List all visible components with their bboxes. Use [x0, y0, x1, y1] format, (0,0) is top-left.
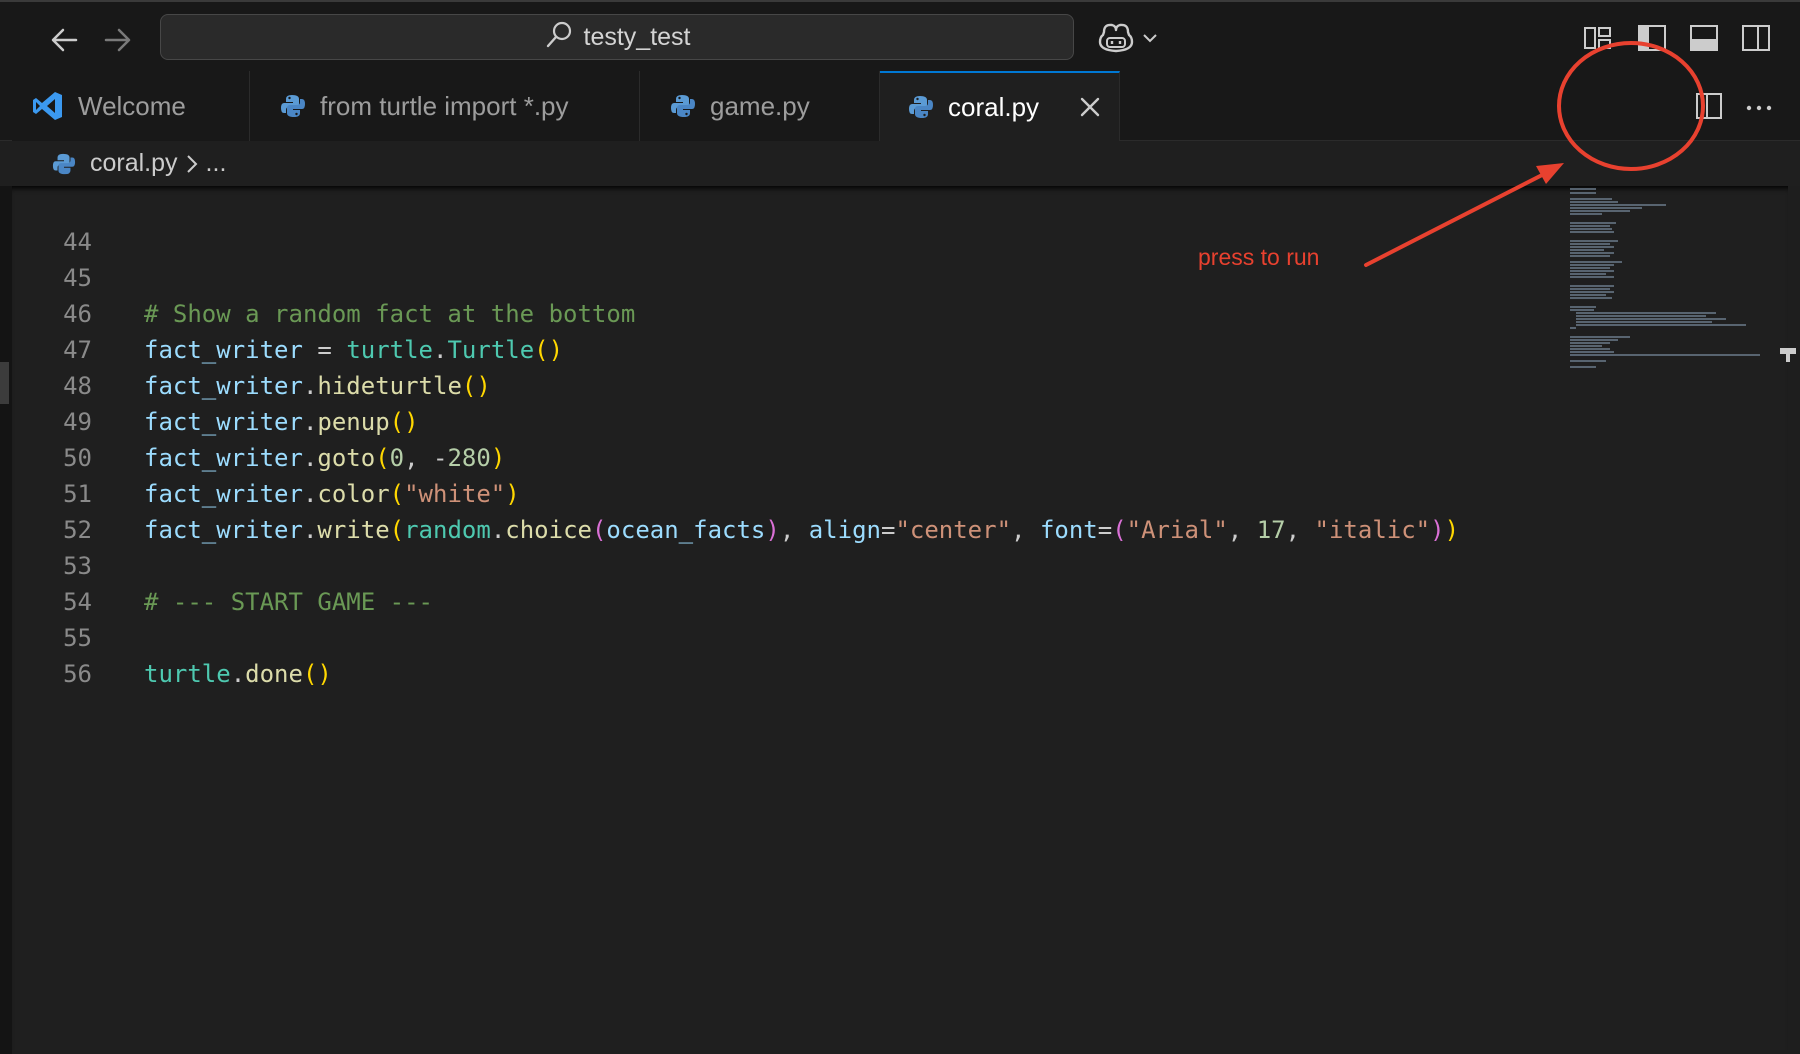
identifier: fact_writer: [144, 444, 303, 472]
breadcrumb-file[interactable]: coral.py: [90, 149, 178, 178]
search-icon: [544, 20, 574, 55]
code-line: 47 fact_writer.hideturtle(): [12, 296, 491, 400]
identifier: fact_writer: [144, 372, 303, 400]
toggle-secondary-sidebar-icon[interactable]: [1740, 22, 1772, 54]
code-line: 48 fact_writer.penup(): [12, 332, 418, 436]
code-text: fact_writer = turtle.Turtle(): [144, 336, 564, 364]
copilot-icon: [1096, 18, 1136, 63]
code-line: 50 fact_writer.color("white"): [12, 404, 520, 508]
string-literal: "white": [404, 480, 506, 508]
keyword-arg: align: [808, 516, 881, 544]
string-literal: "Arial": [1126, 516, 1228, 544]
sash-indicator: [0, 362, 9, 404]
scrollbar-indicator-stem: [1786, 352, 1790, 362]
method-name: done: [245, 660, 303, 688]
method-name: goto: [317, 444, 376, 472]
code-line: 44: [12, 188, 92, 256]
code-editor[interactable]: 44 45 # Show a random fact at the bottom…: [12, 186, 1788, 1050]
python-icon: [280, 93, 306, 119]
line-number: 56: [63, 660, 92, 688]
code-line: 46 fact_writer = turtle.Turtle(): [12, 260, 563, 364]
method-name: color: [317, 480, 390, 508]
tab-from-turtle-import[interactable]: from turtle import *.py: [250, 71, 640, 141]
code-text: fact_writer.hideturtle(): [144, 372, 491, 400]
python-icon: [52, 152, 76, 176]
identifier: fact_writer: [144, 480, 303, 508]
code-line: 51 fact_writer.write(random.choice(ocean…: [12, 440, 1459, 544]
tab-label: coral.py: [948, 91, 1040, 122]
copilot-menu[interactable]: [1096, 18, 1166, 58]
class-name: Turtle: [447, 336, 535, 364]
method-name: write: [317, 516, 390, 544]
code-line: 53 # --- START GAME ---: [12, 512, 433, 616]
code-line: 52: [12, 476, 92, 544]
vscode-logo-icon: [32, 92, 62, 120]
more-actions-icon[interactable]: [1744, 93, 1774, 128]
chevron-right-icon: [184, 153, 200, 175]
breadcrumb: coral.py ...: [0, 141, 1800, 186]
code-text: fact_writer.penup(): [144, 408, 419, 436]
code-line: 49 fact_writer.goto(0, -280): [12, 368, 505, 472]
identifier: fact_writer: [144, 408, 303, 436]
toggle-panel-icon[interactable]: [1688, 22, 1720, 54]
code-text: fact_writer.goto(0, -280): [144, 444, 506, 472]
tab-label: Welcome: [78, 90, 186, 121]
identifier: fact_writer: [144, 336, 303, 364]
window-edge: [0, 186, 12, 1054]
module-name: turtle: [346, 336, 434, 364]
back-arrow-icon[interactable]: [46, 22, 82, 58]
python-icon: [908, 94, 934, 120]
code-line: 55 turtle.done(): [12, 584, 332, 688]
minimap[interactable]: [1570, 186, 1770, 406]
tab-welcome[interactable]: Welcome: [12, 71, 250, 141]
code-text: turtle.done(): [144, 660, 332, 688]
method-name: choice: [505, 516, 592, 544]
number-literal: 0: [389, 444, 405, 472]
close-icon[interactable]: [1078, 95, 1102, 124]
identifier: ocean_facts: [606, 516, 766, 544]
method-name: hideturtle: [317, 372, 462, 400]
code-text: # --- START GAME ---: [144, 584, 433, 620]
string-literal: "center": [895, 516, 1012, 544]
python-icon: [670, 93, 696, 119]
code-text: fact_writer.write(random.choice(ocean_fa…: [144, 516, 1460, 544]
tab-coral-py[interactable]: coral.py: [880, 71, 1120, 141]
toggle-primary-sidebar-icon[interactable]: [1636, 22, 1668, 54]
tab-label: game.py: [710, 90, 810, 121]
command-center-search[interactable]: testy_test: [160, 14, 1074, 60]
module-name: turtle: [144, 660, 231, 688]
number-literal: 280: [447, 444, 491, 472]
keyword-arg: font: [1039, 516, 1098, 544]
annotation-label: press to run: [1198, 244, 1320, 270]
tab-game-py[interactable]: game.py: [640, 71, 880, 141]
breadcrumb-symbols[interactable]: ...: [206, 149, 227, 178]
code-line: 45 # Show a random fact at the bottom: [12, 224, 635, 328]
code-line: 56: [12, 620, 92, 688]
comment: # --- START GAME ---: [144, 588, 433, 616]
module-name: random: [404, 516, 491, 544]
code-text: # Show a random fact at the bottom: [144, 296, 635, 332]
method-name: penup: [317, 408, 390, 436]
chevron-down-icon: [1140, 28, 1160, 53]
search-text: testy_test: [583, 22, 691, 51]
editor-tab-bar: Welcome from turtle import *.py game.py …: [0, 71, 1800, 199]
code-line: 54: [12, 548, 92, 616]
number-literal: 17: [1256, 516, 1286, 544]
tab-label: from turtle import *.py: [320, 90, 569, 121]
identifier: fact_writer: [144, 516, 303, 544]
string-literal: "italic": [1314, 516, 1431, 544]
code-text: fact_writer.color("white"): [144, 480, 520, 508]
comment: # Show a random fact at the bottom: [144, 300, 636, 328]
customize-layout-icon[interactable]: [1582, 22, 1614, 54]
forward-arrow-icon[interactable]: [100, 22, 136, 58]
title-bar: testy_test: [0, 0, 1800, 71]
split-editor-icon[interactable]: [1694, 91, 1724, 126]
